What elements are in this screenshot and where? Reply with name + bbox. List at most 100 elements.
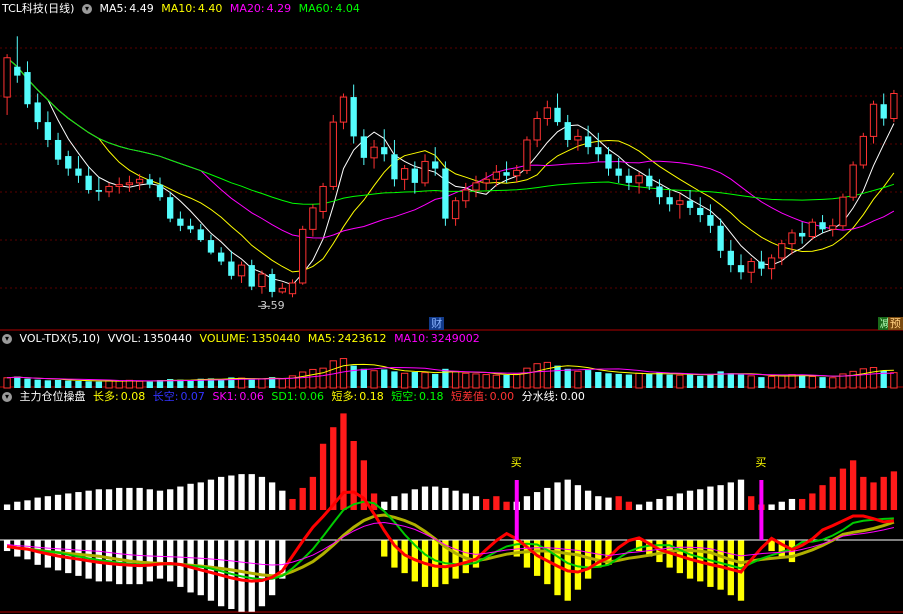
position-bar — [187, 483, 194, 510]
candle — [156, 184, 164, 198]
position-bar — [533, 492, 541, 510]
volume-bar — [869, 367, 878, 389]
candle — [411, 168, 418, 183]
volume-bar — [44, 380, 52, 388]
position-bar — [95, 489, 102, 510]
volume-bar — [767, 375, 776, 389]
candle — [584, 136, 592, 148]
volume-bar — [370, 370, 378, 389]
candle — [697, 207, 704, 216]
position-bar — [370, 493, 378, 510]
candle — [727, 250, 734, 266]
candle — [187, 225, 194, 230]
candle — [370, 146, 378, 159]
buy-signal-bar — [514, 480, 519, 540]
volume-bar — [381, 369, 388, 388]
candle — [75, 168, 82, 176]
volume-bar — [451, 370, 460, 389]
ma20-line — [6, 57, 895, 239]
volume-bar — [574, 370, 582, 389]
volume-bar — [625, 374, 633, 388]
position-bar — [177, 486, 184, 510]
candle — [177, 218, 184, 226]
volume-bar — [115, 380, 123, 389]
volume-bar — [829, 377, 837, 389]
candle — [808, 221, 817, 237]
ma5-line — [6, 57, 895, 286]
candle — [197, 229, 204, 241]
candle — [829, 225, 837, 230]
volume-bar — [819, 377, 826, 388]
candle — [543, 107, 551, 120]
volume-bar — [421, 372, 429, 389]
price-panel — [3, 36, 898, 307]
position-bar — [442, 487, 449, 510]
position-bar — [421, 486, 429, 510]
position-bar — [248, 474, 255, 510]
position-bar — [615, 496, 622, 510]
candle — [574, 135, 582, 141]
candle — [554, 107, 561, 123]
volume-bar — [503, 374, 510, 388]
volume-bar — [737, 374, 745, 388]
indicator-panel — [0, 413, 903, 612]
candle — [329, 121, 337, 187]
candle — [135, 178, 144, 184]
position-bar — [890, 471, 898, 510]
volume-bar — [646, 373, 653, 388]
volume-bar — [859, 368, 867, 389]
short-bar — [146, 540, 153, 582]
position-bar — [197, 482, 204, 510]
buy-signal-label: 买 — [755, 456, 767, 469]
candle — [105, 185, 113, 193]
candle — [268, 274, 276, 292]
volume-bar — [554, 365, 561, 388]
position-bar — [238, 474, 245, 510]
candle — [778, 243, 786, 259]
position-bar — [635, 504, 643, 510]
volume-bar — [564, 368, 571, 388]
candle — [400, 168, 409, 180]
position-bar — [391, 496, 398, 510]
candle — [656, 186, 663, 198]
volume-bar — [523, 367, 531, 389]
position-bar — [3, 504, 11, 510]
candle — [890, 93, 898, 120]
position-bar — [737, 479, 745, 510]
candle — [625, 175, 633, 183]
position-bar — [401, 493, 408, 510]
position-bar — [268, 482, 276, 510]
position-bar — [289, 498, 296, 510]
candle — [615, 168, 622, 176]
position-bar — [778, 501, 785, 510]
position-bar — [483, 498, 490, 510]
position-bar — [768, 504, 775, 510]
candle — [819, 222, 826, 230]
position-bar — [452, 490, 459, 510]
event-marker-forecast[interactable]: 预 — [887, 317, 903, 330]
chart-window: TCL科技(日线) ▾ MA5: 4.49 MA10: 4.40 MA20: 4.29… — [0, 0, 903, 614]
position-bar — [44, 496, 52, 510]
volume-bar — [105, 380, 113, 389]
candle — [799, 232, 806, 237]
candle — [146, 179, 153, 185]
position-bar — [258, 476, 266, 510]
position-bar — [880, 476, 887, 510]
volume-bar — [54, 380, 62, 388]
event-marker-finance[interactable]: 财 — [429, 317, 445, 330]
volume-bar — [727, 373, 734, 388]
position-bar — [544, 487, 551, 510]
candle — [237, 264, 246, 277]
volume-bar — [635, 372, 643, 389]
candle — [737, 265, 745, 273]
candle — [115, 184, 123, 187]
position-bar — [34, 497, 41, 510]
chart-canvas[interactable] — [0, 0, 903, 614]
position-bar — [217, 476, 225, 510]
position-bar — [24, 500, 31, 510]
candle — [523, 139, 531, 171]
candle — [207, 240, 215, 253]
position-bar — [65, 493, 72, 510]
position-bar — [646, 501, 653, 510]
position-bar — [860, 476, 867, 510]
